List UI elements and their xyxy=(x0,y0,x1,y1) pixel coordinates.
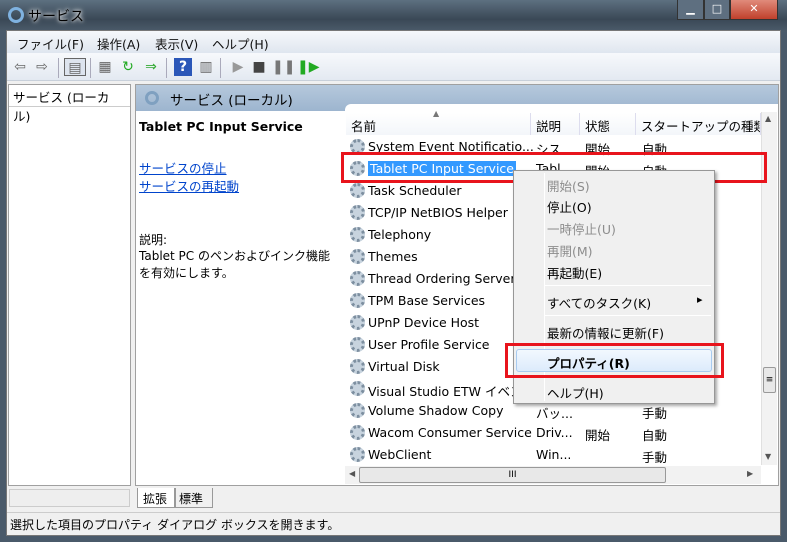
title-bar xyxy=(0,0,787,32)
stop-icon[interactable]: ■ xyxy=(250,58,268,76)
start-icon[interactable]: ▶ xyxy=(229,58,247,76)
gear-icon xyxy=(350,447,365,462)
back-icon[interactable]: ⇦ xyxy=(11,58,29,76)
service-startup-type: 自動 xyxy=(642,428,668,443)
service-startup-type: 手動 xyxy=(642,406,668,421)
context-menu-item[interactable]: 最新の情報に更新(F) xyxy=(547,323,664,342)
stop-service-link[interactable]: サービスの停止 xyxy=(139,158,227,177)
menu-help[interactable]: ヘルプ(H) xyxy=(212,34,269,53)
restart-service-link[interactable]: サービスの再起動 xyxy=(139,176,239,195)
horizontal-scrollbar[interactable]: ◀ III ▶ xyxy=(345,466,761,484)
service-description: Driv... xyxy=(536,425,573,440)
tree-item-services-local[interactable]: サービス (ローカル) xyxy=(9,85,130,124)
selected-service-name: Tablet PC Input Service xyxy=(139,119,303,134)
service-status: 開始 xyxy=(585,428,611,443)
forward-icon[interactable]: ⇨ xyxy=(33,58,51,76)
tab-standard[interactable]: 標準 xyxy=(175,488,213,508)
service-name: UPnP Device Host xyxy=(368,315,480,330)
service-name: Visual Studio ETW イベン xyxy=(368,384,523,399)
service-name: Task Scheduler xyxy=(368,183,462,198)
gear-icon xyxy=(350,403,365,418)
table-row[interactable]: WebClient Win... 手動 xyxy=(348,444,761,466)
menu-separator xyxy=(545,315,711,316)
service-name: TPM Base Services xyxy=(368,293,486,308)
tab-extended[interactable]: 拡張 xyxy=(137,488,175,508)
maximize-button[interactable]: □ xyxy=(704,0,730,20)
gear-icon xyxy=(350,315,365,330)
gear-icon xyxy=(350,337,365,352)
service-name: Wacom Consumer Service xyxy=(368,425,532,440)
context-menu-item[interactable]: 再開(M) xyxy=(547,241,593,260)
service-description: Win... xyxy=(536,447,572,462)
refresh-icon[interactable]: ↻ xyxy=(119,58,137,76)
service-name: Telephony xyxy=(368,227,432,242)
gear-icon xyxy=(350,227,365,242)
service-name: WebClient xyxy=(368,447,432,462)
gear-icon xyxy=(350,271,365,286)
close-button[interactable]: ✕ xyxy=(730,0,778,20)
gear-icon xyxy=(350,359,365,374)
status-bar: 選択した項目のプロパティ ダイアログ ボックスを開きます。 xyxy=(7,512,780,534)
menu-separator xyxy=(545,285,711,286)
console-icon[interactable]: ▥ xyxy=(197,58,215,76)
view-tabs: 拡張 標準 xyxy=(135,488,779,510)
gear-icon xyxy=(350,249,365,264)
column-startup-type[interactable]: スタートアップの種類 xyxy=(636,113,761,135)
properties-icon[interactable]: ▦ xyxy=(96,58,114,76)
context-menu-item[interactable]: 開始(S) xyxy=(547,176,590,195)
gear-icon xyxy=(350,183,365,198)
menu-file[interactable]: ファイル(F) xyxy=(17,34,84,53)
menu-action[interactable]: 操作(A) xyxy=(97,34,140,53)
minimize-button[interactable]: ▁ xyxy=(677,0,704,20)
services-icon xyxy=(145,91,159,105)
sort-ascending-icon: ▲ xyxy=(433,109,440,118)
export-icon[interactable]: ⇒ xyxy=(142,58,160,76)
column-description[interactable]: 説明 xyxy=(531,113,580,135)
services-icon xyxy=(8,7,24,23)
service-startup-type: 手動 xyxy=(642,450,668,465)
gear-icon xyxy=(350,425,365,440)
description-label: 説明: xyxy=(139,233,168,247)
tree-scrollbar[interactable] xyxy=(9,489,130,507)
context-menu-item[interactable]: 停止(O) xyxy=(547,197,592,216)
column-status[interactable]: 状態 xyxy=(580,113,636,135)
window-title: サービス xyxy=(28,9,84,25)
scroll-thumb[interactable]: ≡ xyxy=(763,367,776,393)
context-menu-item[interactable]: 一時停止(U) xyxy=(547,219,616,238)
service-description: バッ... xyxy=(536,406,573,421)
context-menu-item[interactable]: ヘルプ(H) xyxy=(547,383,604,402)
context-menu-item[interactable]: すべてのタスク(K) xyxy=(547,293,651,312)
service-name: Volume Shadow Copy xyxy=(368,403,504,418)
service-name: User Profile Service xyxy=(368,337,490,352)
tree-pane xyxy=(8,84,131,486)
context-menu-item[interactable]: 再起動(E) xyxy=(547,263,602,282)
scroll-thumb[interactable]: III xyxy=(359,467,666,483)
service-name: TCP/IP NetBIOS Helper xyxy=(368,205,508,220)
table-row[interactable]: Wacom Consumer Service Driv... 開始 自動 xyxy=(348,422,761,444)
submenu-arrow-icon: ▸ xyxy=(697,293,703,306)
show-hide-tree-icon[interactable]: ▤ xyxy=(64,58,86,76)
menu-view[interactable]: 表示(V) xyxy=(155,34,198,53)
resume-icon[interactable]: ❚▶ xyxy=(297,58,320,76)
gear-icon xyxy=(350,293,365,308)
gear-icon xyxy=(350,205,365,220)
pause-icon[interactable]: ❚❚ xyxy=(272,58,295,76)
highlight-box-properties xyxy=(505,343,724,378)
service-name: Virtual Disk xyxy=(368,359,440,374)
help-icon[interactable]: ? xyxy=(174,58,192,76)
service-description: Tablet PC のペンおよびインク機能を有効にします。 xyxy=(139,249,330,280)
service-name: Themes xyxy=(368,249,418,264)
service-name: Thread Ordering Server xyxy=(368,271,516,286)
gear-icon xyxy=(350,381,365,396)
